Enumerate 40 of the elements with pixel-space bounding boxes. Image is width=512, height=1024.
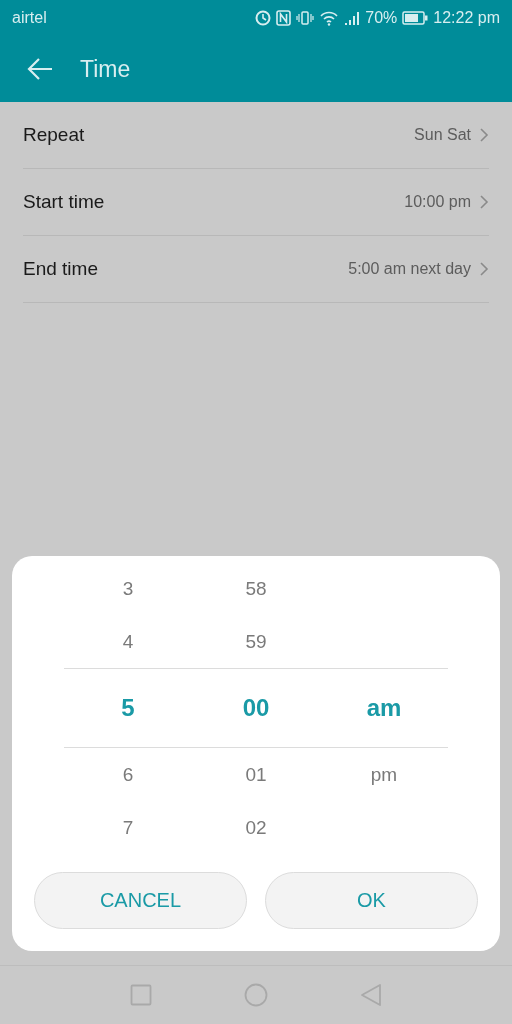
chevron-icon — [479, 127, 489, 143]
settings-row[interactable]: End time 5:00 am next day — [23, 236, 489, 303]
picker-value[interactable]: 7 — [64, 801, 192, 854]
picker-value[interactable]: 5 — [64, 668, 192, 748]
clock-time: 12:22 pm — [433, 9, 500, 27]
nfc-icon — [276, 10, 292, 26]
picker-value[interactable]: 4 — [64, 615, 192, 668]
picker-value[interactable]: am — [320, 668, 448, 748]
signal-icon — [344, 10, 361, 26]
vibrate-icon — [296, 10, 315, 26]
chevron-icon — [479, 194, 489, 210]
picker-value[interactable]: 58 — [192, 562, 320, 615]
picker-value[interactable]: 00 — [192, 668, 320, 748]
page-title: Time — [80, 55, 131, 83]
circle-icon[interactable] — [244, 983, 268, 1007]
setting-value: Sun Sat — [414, 126, 471, 144]
settings-row[interactable]: Repeat Sun Sat — [23, 102, 489, 169]
picker-value[interactable]: 3 — [64, 562, 192, 615]
picker-value[interactable]: 02 — [192, 801, 320, 854]
picker-value[interactable]: 6 — [64, 748, 192, 801]
setting-value: 10:00 pm — [404, 193, 471, 211]
back-triangle-icon[interactable] — [360, 983, 382, 1007]
picker-value[interactable]: 01 — [192, 748, 320, 801]
setting-label: Repeat — [23, 124, 86, 146]
back-arrow-icon[interactable] — [26, 57, 54, 81]
ok-button[interactable]: OK — [265, 872, 478, 929]
setting-label: End time — [23, 258, 99, 280]
picker-value[interactable]: 59 — [192, 615, 320, 668]
status-circle-icon — [255, 10, 272, 26]
square-icon[interactable] — [130, 984, 152, 1006]
settings-row[interactable]: Start time 10:00 pm — [23, 169, 489, 236]
picker-value[interactable]: pm — [320, 748, 448, 801]
battery-icon — [402, 11, 429, 25]
setting-value: 5:00 am next day — [348, 260, 471, 278]
battery-percent: 70% — [365, 9, 398, 27]
cancel-button[interactable]: CANCEL — [34, 872, 247, 929]
carrier-name: airtel — [12, 9, 47, 27]
setting-label: Start time — [23, 191, 106, 213]
chevron-icon — [479, 261, 489, 277]
wifi-icon — [319, 10, 340, 26]
